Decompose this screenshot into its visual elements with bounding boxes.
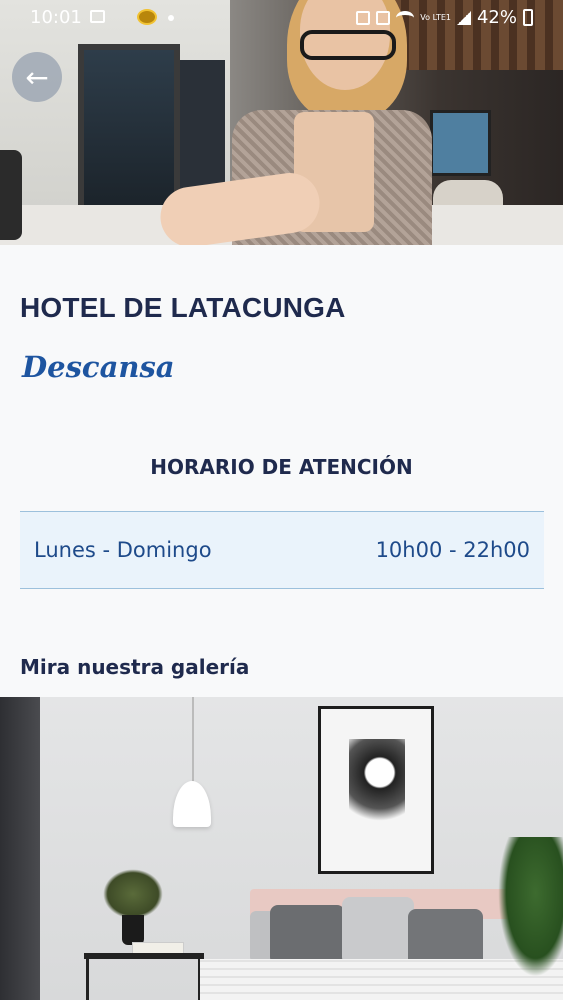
battery-icon xyxy=(523,9,533,26)
hotel-name: HOTEL DE LATACUNGA xyxy=(20,292,346,323)
hours-days: Lunes - Domingo xyxy=(34,538,212,562)
sim-icon xyxy=(356,10,371,25)
hours-row: Lunes - Domingo 10h00 - 22h00 xyxy=(20,511,544,589)
signal-icon xyxy=(456,10,471,25)
back-button[interactable]: ← xyxy=(12,52,62,102)
status-bar: 10:01 Vo LTE1 42% xyxy=(0,0,563,36)
notification-dot-icon xyxy=(168,15,174,21)
gallery-image[interactable] xyxy=(0,697,563,1000)
status-time: 10:01 xyxy=(30,7,82,28)
hours-time: 10h00 - 22h00 xyxy=(375,538,530,562)
hero-image xyxy=(0,0,563,245)
wifi-icon xyxy=(396,10,415,25)
image-notification-icon xyxy=(90,10,105,23)
arrow-left-icon: ← xyxy=(25,60,49,94)
network-type: Vo LTE1 xyxy=(420,12,451,22)
app-notification-icon xyxy=(137,9,157,25)
alarm-icon xyxy=(376,10,391,25)
battery-percent: 42% xyxy=(476,7,517,28)
hours-heading: HORARIO DE ATENCIÓN xyxy=(150,455,413,479)
gallery-title: Mira nuestra galería xyxy=(20,655,250,679)
hotel-tagline: Descansa xyxy=(22,350,175,384)
